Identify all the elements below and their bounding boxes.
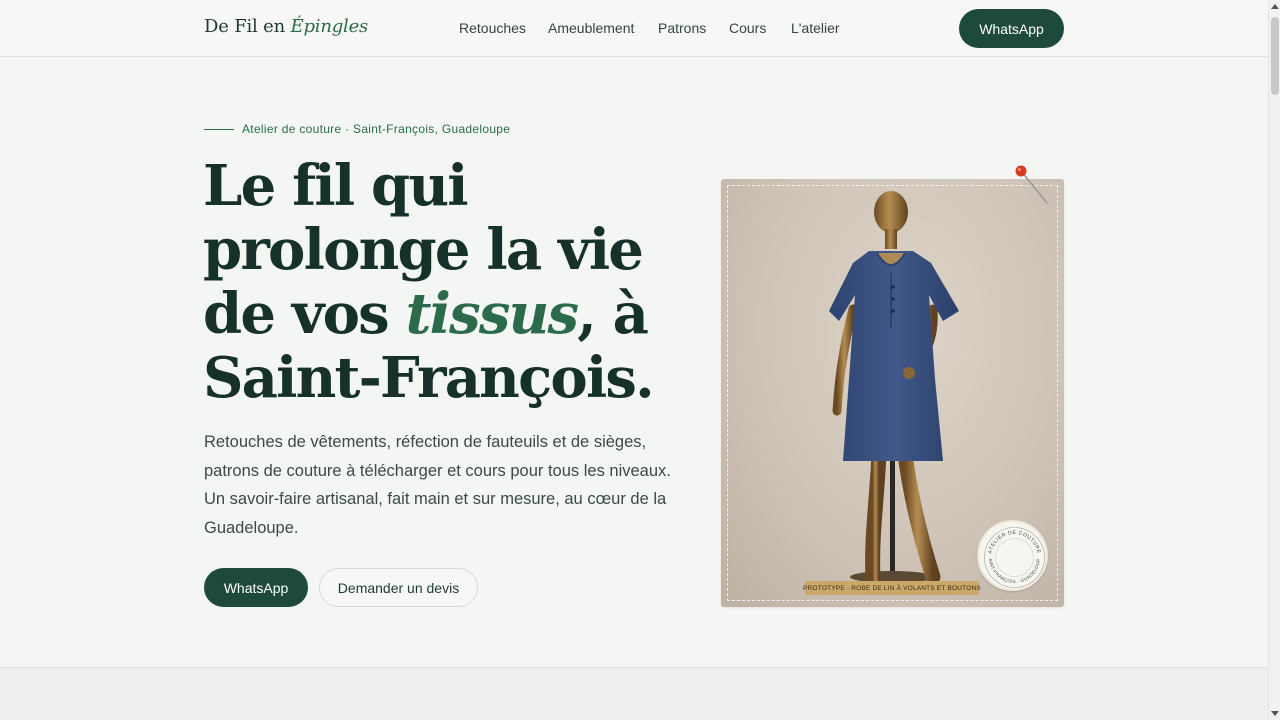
site-logo[interactable]: De Fil en Épingles	[204, 16, 368, 37]
hero-lead: Retouches de vêtements, réfection de fau…	[204, 433, 671, 537]
request-quote-button[interactable]: Demander un devis	[319, 568, 478, 607]
page-scrollbar[interactable]	[1268, 0, 1280, 720]
nav-link-atelier[interactable]: L'atelier	[791, 20, 840, 36]
nav-link-ameublement[interactable]: Ameublement	[548, 20, 634, 36]
svg-text:ATELIER DE COUTURE: ATELIER DE COUTURE	[987, 530, 1041, 554]
nav-link-patrons[interactable]: Patrons	[658, 20, 706, 36]
header-whatsapp-button[interactable]: WhatsApp	[959, 9, 1064, 48]
logo-text-plain: De Fil en	[204, 16, 291, 37]
stamp-text-top: ATELIER DE COUTURE	[987, 530, 1041, 554]
eyebrow-divider	[204, 129, 234, 130]
next-section-band	[0, 667, 1268, 720]
hero-photo: PROTOTYPE · ROBE DE LIN À VOLANTS ET BOU…	[721, 179, 1064, 607]
photo-caption-tag: PROTOTYPE · ROBE DE LIN À VOLANTS ET BOU…	[803, 581, 981, 595]
logo-text-italic: Épingles	[290, 16, 369, 37]
nav-link-retouches[interactable]: Retouches	[459, 20, 526, 36]
hero-title-emphasis: tissus	[405, 281, 579, 347]
site-header: De Fil en Épingles Retouches Ameublement…	[0, 0, 1268, 57]
scrollbar-thumb[interactable]	[1271, 17, 1279, 95]
nav-link-cours[interactable]: Cours	[729, 20, 766, 36]
atelier-stamp: ATELIER DE COUTURE SAINT-FRANÇOIS · GUAD…	[977, 518, 1048, 591]
scroll-up-arrow-icon[interactable]	[1271, 4, 1279, 9]
hero-eyebrow: Atelier de couture · Saint-François, Gua…	[242, 122, 511, 136]
scroll-down-arrow-icon[interactable]	[1271, 711, 1279, 716]
hero-title: Le fil qui prolonge la vie de vos tissus…	[203, 154, 673, 410]
pushpin-icon	[1015, 165, 1048, 204]
hero-whatsapp-button[interactable]: WhatsApp	[204, 568, 308, 607]
